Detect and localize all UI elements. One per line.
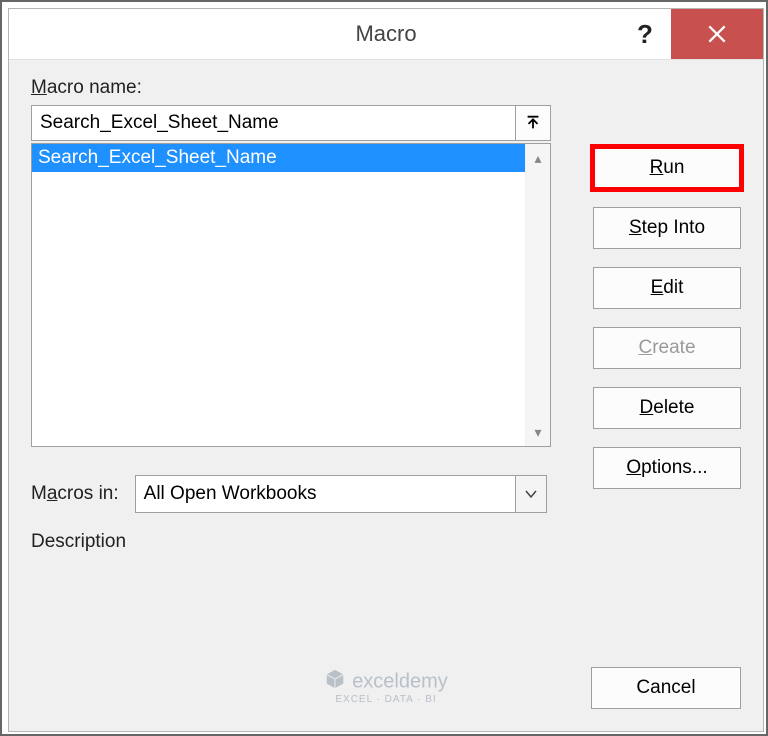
options-button[interactable]: Options... xyxy=(593,447,741,489)
scroll-up-icon[interactable]: ▴ xyxy=(526,146,550,170)
scroll-down-icon[interactable]: ▾ xyxy=(526,420,550,444)
title-bar: Macro ? xyxy=(9,9,763,60)
combo-dropdown-button[interactable] xyxy=(515,476,546,512)
macro-name-input[interactable] xyxy=(31,105,516,141)
create-button: Create xyxy=(593,327,741,369)
description-label: Description xyxy=(31,531,551,553)
chevron-down-icon xyxy=(524,487,538,501)
macro-dialog: Macro ? Macro name: Search_Excel_Sheet_N… xyxy=(8,8,764,732)
macros-in-value: All Open Workbooks xyxy=(136,476,515,512)
edit-button[interactable]: Edit xyxy=(593,267,741,309)
help-button[interactable]: ? xyxy=(619,9,671,59)
logo-icon xyxy=(324,668,346,696)
close-button[interactable] xyxy=(671,9,763,59)
list-item[interactable]: Search_Excel_Sheet_Name xyxy=(32,144,525,172)
close-icon xyxy=(706,23,728,45)
scrollbar[interactable]: ▴ ▾ xyxy=(525,144,550,446)
delete-button[interactable]: Delete xyxy=(593,387,741,429)
cancel-button[interactable]: Cancel xyxy=(591,667,741,709)
macro-listbox[interactable]: Search_Excel_Sheet_Name ▴ ▾ xyxy=(31,143,551,447)
macros-in-label: Macros in: xyxy=(31,483,119,505)
macros-in-combo[interactable]: All Open Workbooks xyxy=(135,475,547,513)
step-into-button[interactable]: Step Into xyxy=(593,207,741,249)
collapse-dialog-button[interactable] xyxy=(515,105,551,141)
macro-name-label: Macro name: xyxy=(31,77,551,99)
arrow-up-icon xyxy=(524,114,542,132)
run-button[interactable]: Run xyxy=(593,147,741,189)
